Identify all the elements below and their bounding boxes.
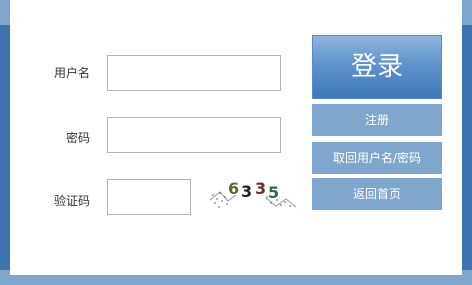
recover-account-button[interactable]: 取回用户名/密码 xyxy=(312,142,442,174)
register-button[interactable]: 注册 xyxy=(312,104,442,136)
password-label: 密码 xyxy=(65,131,90,145)
login-button[interactable]: 登录 xyxy=(312,35,442,99)
captcha-char-2: 3 xyxy=(241,182,252,201)
captcha-label: 验证码 xyxy=(53,194,90,208)
right-frame-bar xyxy=(462,25,472,270)
captcha-image[interactable]: 6 3 3 5 xyxy=(206,174,298,214)
captcha-char-3: 3 xyxy=(255,179,266,198)
captcha-input[interactable] xyxy=(107,179,191,215)
username-label: 用户名 xyxy=(53,66,90,80)
back-home-button[interactable]: 返回首页 xyxy=(312,178,442,210)
password-input[interactable] xyxy=(107,117,281,153)
captcha-char-4: 5 xyxy=(268,183,279,202)
login-panel: 用户名 密码 验证码 6 3 3 5 登录 注册 取回用户名/密码 返回首页 xyxy=(10,0,462,275)
left-frame-bar xyxy=(0,25,10,270)
captcha-char-1: 6 xyxy=(228,179,239,198)
username-input[interactable] xyxy=(107,55,281,91)
